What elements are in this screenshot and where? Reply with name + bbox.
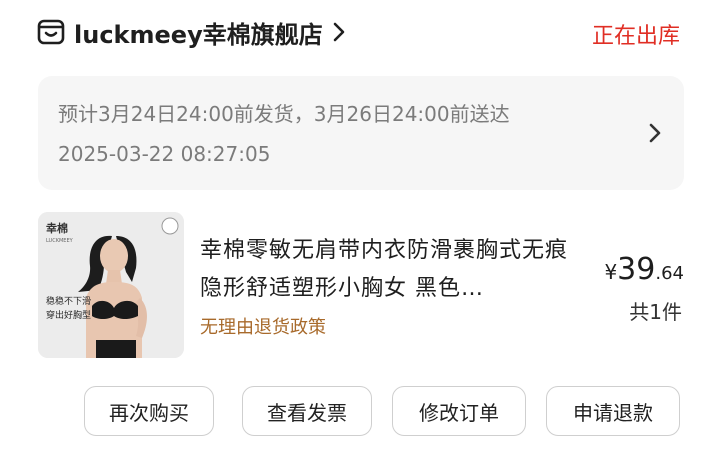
thumb-brand: 幸棉 <box>46 221 68 235</box>
rebuy-button[interactable]: 再次购买 <box>84 386 214 436</box>
request-refund-button[interactable]: 申请退款 <box>546 386 680 436</box>
store-name: luckmeey幸棉旗舰店 <box>74 20 323 49</box>
chevron-right-icon <box>333 22 345 42</box>
product-quantity: 共1件 <box>629 300 682 324</box>
product-price: ¥39.64 <box>604 252 684 287</box>
shipping-estimate: 预计3月24日24:00前发货，3月26日24:00前送达 <box>58 102 510 126</box>
product-title[interactable]: 幸棉零敏无肩带内衣防滑裹胸式无痕隐形舒适塑形小胸女 黑色… <box>200 232 590 308</box>
thumb-brand-sub: LUCKMEEY <box>46 238 74 244</box>
product-image[interactable]: 幸棉 LUCKMEEY 稳稳不下滑 穿出好胸型 <box>38 212 184 358</box>
view-invoice-button[interactable]: 查看发票 <box>242 386 372 436</box>
store-link[interactable]: luckmeey幸棉旗舰店 <box>36 12 345 52</box>
chevron-right-icon <box>649 123 661 143</box>
price-currency: ¥ <box>604 260 618 284</box>
thumb-slogan-1: 稳稳不下滑 <box>46 295 91 307</box>
return-policy: 无理由退货政策 <box>200 317 326 338</box>
shipping-info[interactable]: 预计3月24日24:00前发货，3月26日24:00前送达 2025-03-22… <box>38 76 684 190</box>
modify-order-button[interactable]: 修改订单 <box>392 386 526 436</box>
price-decimal: .64 <box>655 263 684 284</box>
shipping-timestamp: 2025-03-22 08:27:05 <box>58 142 271 166</box>
store-icon <box>37 19 65 45</box>
price-integer: 39 <box>617 252 656 287</box>
order-card: luckmeey幸棉旗舰店 正在出库 预计3月24日24:00前发货，3月26日… <box>0 0 720 452</box>
order-status: 正在出库 <box>591 24 680 49</box>
thumb-slogan-2: 穿出好胸型 <box>46 309 91 321</box>
product-photo: 幸棉 LUCKMEEY 稳稳不下滑 穿出好胸型 <box>38 212 184 358</box>
